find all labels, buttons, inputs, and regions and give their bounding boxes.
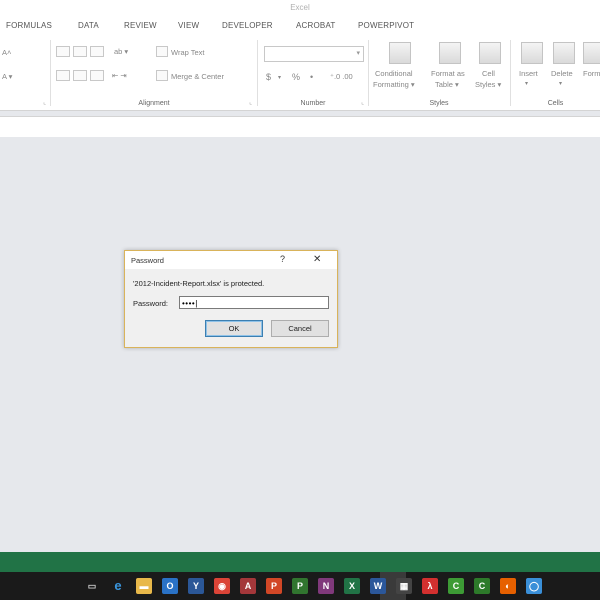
conditional-formatting-label-2[interactable]: Formatting ▾ [373, 80, 415, 89]
cells-group: Insert ▾ Delete ▾ Form Cells [511, 36, 600, 110]
orientation-icon[interactable]: ab ▾ [114, 47, 128, 56]
currency-button[interactable]: $ [266, 72, 271, 82]
delete-chevron-icon[interactable]: ▾ [559, 80, 562, 87]
wrap-text-button[interactable]: Wrap Text [171, 48, 205, 57]
firefox-icon[interactable]: ◐ [500, 578, 516, 594]
number-launcher-icon[interactable]: ⌞ [361, 99, 364, 106]
indent-icon[interactable]: ⇤ ⇥ [112, 71, 127, 80]
tab-formulas[interactable]: FORMULAS [6, 21, 52, 30]
cell-styles-icon[interactable] [479, 42, 501, 64]
password-input[interactable]: ••••| [179, 296, 329, 309]
number-group: ▾ $ ▾ % • ⁺.0 .00 Number ⌞ [258, 36, 368, 110]
formula-bar[interactable] [0, 116, 600, 138]
edge-icon[interactable]: e [110, 578, 126, 594]
align-center-icon[interactable] [73, 70, 87, 81]
number-format-dropdown[interactable]: ▾ [264, 46, 364, 62]
protected-message: '2012-Incident-Report.xlsx' is protected… [133, 279, 265, 288]
task-view-icon[interactable]: ▭ [84, 578, 100, 594]
number-group-label: Number [300, 100, 326, 107]
insert-cells-button[interactable]: Insert [519, 69, 538, 78]
wrap-text-icon[interactable] [156, 46, 168, 57]
more-icon[interactable]: ◯ [526, 578, 542, 594]
dialog-title: Password [131, 256, 164, 265]
help-icon[interactable]: ? [280, 254, 285, 264]
tab-data[interactable]: DATA [78, 21, 99, 30]
merge-center-button[interactable]: Merge & Center [171, 72, 224, 81]
format-as-table-label-1[interactable]: Format as [431, 69, 465, 78]
comma-button[interactable]: • [310, 72, 313, 82]
delete-cells-icon[interactable] [553, 42, 575, 64]
font-launcher-icon[interactable]: ⌞ [43, 99, 46, 106]
conditional-formatting-icon[interactable] [389, 42, 411, 64]
alignment-group: ab ▾ ⇤ ⇥ Wrap Text Merge & Center Alignm… [52, 36, 256, 110]
close-icon[interactable]: ✕ [313, 254, 321, 265]
percent-button[interactable]: % [292, 72, 300, 82]
merge-center-icon[interactable] [156, 70, 168, 81]
cell-styles-label-2[interactable]: Styles ▾ [475, 80, 501, 89]
ribbon: A˄ A ▾ ⌞ ab ▾ ⇤ ⇥ Wrap Text Merge & Cent… [0, 36, 600, 111]
word-icon[interactable]: W [370, 578, 386, 594]
onenote-icon[interactable]: N [318, 578, 334, 594]
conditional-formatting-label-1[interactable]: Conditional [375, 69, 413, 78]
access-icon[interactable]: A [240, 578, 256, 594]
project-icon[interactable]: P [292, 578, 308, 594]
decimal-buttons[interactable]: ⁺.0 .00 [330, 72, 353, 81]
camtasia-recorder-icon[interactable]: C [474, 578, 490, 594]
format-cells-button[interactable]: Form [583, 69, 600, 78]
chrome-icon[interactable]: ◉ [214, 578, 230, 594]
tab-view[interactable]: VIEW [178, 21, 199, 30]
excel-icon[interactable]: X [344, 578, 360, 594]
yammer-icon[interactable]: Y [188, 578, 204, 594]
cells-group-label: Cells [547, 100, 564, 107]
styles-group-label: Styles [429, 100, 449, 107]
chevron-down-icon: ▾ [356, 50, 360, 57]
ok-button[interactable]: OK [205, 320, 263, 337]
calculator-icon[interactable]: ▦ [396, 578, 412, 594]
format-cells-icon[interactable] [583, 42, 600, 64]
window-title-bar: Excel [0, 0, 600, 18]
font-size-increase-icon[interactable]: A˄ [2, 48, 11, 57]
acrobat-icon[interactable]: λ [422, 578, 438, 594]
window-title: Excel [290, 3, 310, 12]
tab-powerpivot[interactable]: POWERPIVOT [358, 21, 414, 30]
alignment-group-label: Alignment [138, 100, 170, 107]
align-top-icon[interactable] [56, 46, 70, 57]
insert-chevron-icon[interactable]: ▾ [525, 80, 528, 87]
dialog-title-bar: Password ? ✕ [125, 251, 337, 269]
format-as-table-icon[interactable] [439, 42, 461, 64]
font-color-icon[interactable]: A ▾ [2, 72, 12, 81]
camtasia-icon[interactable]: C [448, 578, 464, 594]
styles-group: Conditional Formatting ▾ Format as Table… [369, 36, 509, 110]
outlook-icon[interactable]: O [162, 578, 178, 594]
cell-styles-label-1[interactable]: Cell [482, 69, 495, 78]
format-as-table-label-2[interactable]: Table ▾ [435, 80, 459, 89]
align-middle-icon[interactable] [73, 46, 87, 57]
ribbon-tabs: FORMULAS DATA REVIEW VIEW DEVELOPER ACRO… [0, 18, 600, 36]
align-right-icon[interactable] [90, 70, 104, 81]
currency-chevron-icon[interactable]: ▾ [278, 74, 281, 81]
password-dialog: Password ? ✕ '2012-Incident-Report.xlsx'… [124, 250, 338, 348]
tab-review[interactable]: REVIEW [124, 21, 157, 30]
font-group: A˄ A ▾ ⌞ [0, 36, 50, 110]
powerpoint-icon[interactable]: P [266, 578, 282, 594]
file-explorer-icon[interactable]: ▬ [136, 578, 152, 594]
tab-developer[interactable]: DEVELOPER [222, 21, 273, 30]
align-left-icon[interactable] [56, 70, 70, 81]
delete-cells-button[interactable]: Delete [551, 69, 573, 78]
tab-acrobat[interactable]: ACROBAT [296, 21, 335, 30]
alignment-launcher-icon[interactable]: ⌞ [249, 99, 252, 106]
status-bar [0, 552, 600, 572]
align-bottom-icon[interactable] [90, 46, 104, 57]
insert-cells-icon[interactable] [521, 42, 543, 64]
password-label: Password: [133, 299, 169, 308]
cancel-button[interactable]: Cancel [271, 320, 329, 337]
